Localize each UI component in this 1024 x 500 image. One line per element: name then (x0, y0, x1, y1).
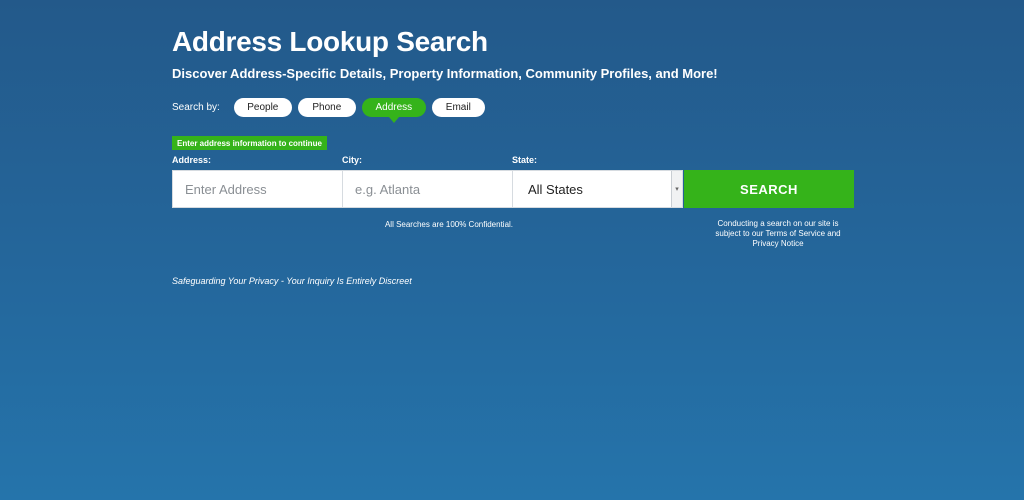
city-label: City: (342, 155, 362, 165)
validation-notice: Enter address information to continue (172, 136, 327, 150)
address-label: Address: (172, 155, 212, 165)
terms-note-line: subject to our Terms of Service and (715, 229, 841, 238)
confidential-note: All Searches are 100% Confidential. (384, 220, 514, 229)
privacy-note: Safeguarding Your Privacy - Your Inquiry… (172, 276, 412, 286)
city-input[interactable] (342, 170, 513, 208)
address-input[interactable] (172, 170, 343, 208)
terms-note-line: Conducting a search on our site is (717, 219, 839, 228)
terms-note-line: Privacy Notice (752, 239, 804, 248)
search-by-bar: Search by: People Phone Address Email (172, 97, 491, 123)
tab-address-label: Address (375, 101, 413, 113)
page-subtitle: Discover Address-Specific Details, Prope… (172, 66, 718, 81)
active-tab-pointer-icon (388, 116, 399, 123)
search-button[interactable]: SEARCH (684, 170, 854, 208)
page-title: Address Lookup Search (172, 26, 488, 57)
tab-address[interactable]: Address (361, 97, 426, 123)
tab-people[interactable]: People (233, 97, 292, 117)
terms-note: Conducting a search on our site is subje… (702, 219, 854, 249)
state-select[interactable]: All States ▾ (512, 170, 683, 208)
state-selected-value: All States (528, 181, 583, 197)
tab-email[interactable]: Email (431, 97, 485, 117)
tab-phone[interactable]: Phone (297, 97, 356, 117)
search-by-label: Search by: (172, 101, 220, 113)
chevron-down-icon: ▾ (671, 171, 682, 207)
state-label: State: (512, 155, 538, 165)
